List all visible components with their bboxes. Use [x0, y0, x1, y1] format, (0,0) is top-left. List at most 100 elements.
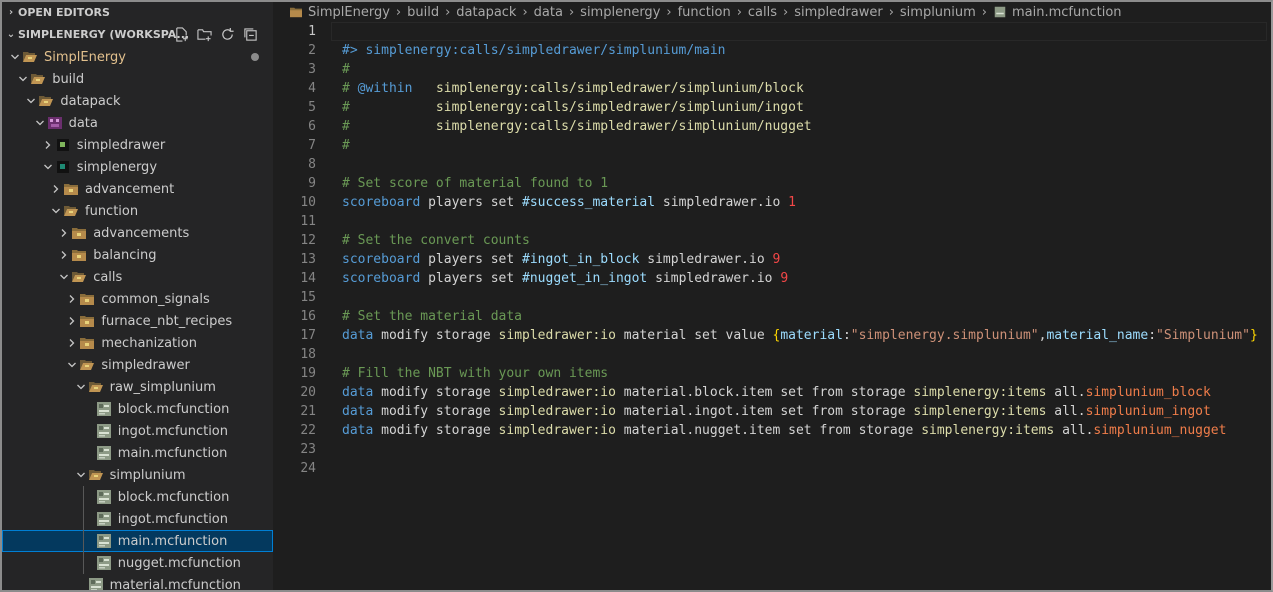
code-line[interactable]: 19 # Fill the NBT with your own items [273, 364, 1269, 383]
tree-folder-item[interactable]: calls [2, 266, 273, 288]
new-file-icon[interactable] [173, 26, 190, 42]
chevron-down-icon[interactable] [74, 380, 88, 394]
code-line[interactable]: 2 #> simplenergy:calls/simpledrawer/simpl… [273, 41, 1269, 60]
code-token: simpledrawer.io [639, 252, 773, 267]
tree-folder-item[interactable]: SimplEnergy [2, 46, 273, 68]
chevron-down-icon[interactable] [49, 204, 63, 218]
chevron-down-icon[interactable] [33, 116, 47, 130]
line-number: 16 [300, 309, 316, 324]
code-line[interactable]: 1 [273, 22, 1269, 41]
code-line[interactable]: 16 # Set the material data [273, 307, 1269, 326]
chevron-down-icon[interactable] [41, 160, 55, 174]
chevron-right-icon[interactable] [65, 314, 79, 328]
breadcrumb-item[interactable]: data [534, 5, 563, 20]
code-token: players set [420, 195, 523, 210]
chevron-down-icon[interactable] [65, 358, 79, 372]
code-line[interactable]: 21 data modify storage simpledrawer:io ma… [273, 402, 1269, 421]
chevron-right-icon[interactable] [65, 336, 79, 350]
code-line[interactable]: 17 data modify storage simpledrawer:io ma… [273, 326, 1269, 345]
code-line[interactable]: 20 data modify storage simpledrawer:io ma… [273, 383, 1269, 402]
tree-folder-item[interactable]: simpledrawer [2, 354, 273, 376]
tree-folder-item[interactable]: common_signals [2, 288, 273, 310]
code-line[interactable]: 8 [273, 155, 1269, 174]
chevron-down-icon[interactable] [24, 94, 38, 108]
code-line[interactable]: 15 [273, 288, 1269, 307]
tree-file-item[interactable]: ingot.mcfunction [2, 508, 273, 530]
breadcrumb-item[interactable]: calls [748, 5, 777, 20]
code-line[interactable]: 4 # @within simplenergy:calls/simpledrawe… [273, 79, 1269, 98]
open-editors-header[interactable]: › OPEN EDITORS [2, 2, 273, 22]
chevron-right-icon[interactable] [57, 248, 71, 262]
tree-file-item[interactable]: main.mcfunction [2, 442, 273, 464]
code-line[interactable]: 5 # simplenergy:calls/simpledrawer/simplu… [273, 98, 1269, 117]
code-line[interactable]: 13 scoreboard players set #ingot_in_block… [273, 250, 1269, 269]
tree-file-item[interactable]: ingot.mcfunction [2, 420, 273, 442]
code-token: modify storage [373, 328, 499, 343]
collapse-all-icon[interactable] [242, 26, 259, 42]
code-line[interactable]: 14 scoreboard players set #nugget_in_ingo… [273, 269, 1269, 288]
tree-file-item[interactable]: nugget.mcfunction [2, 552, 273, 574]
tree-folder-item[interactable]: raw_simplunium [2, 376, 273, 398]
breadcrumb-item[interactable]: simpledrawer [794, 5, 882, 20]
code-token: simplunium_nugget [1093, 423, 1227, 438]
chevron-down-icon[interactable] [57, 270, 71, 284]
tree-file-item[interactable]: block.mcfunction [2, 398, 273, 420]
chevron-right-icon[interactable] [49, 182, 63, 196]
code-line[interactable]: 9 # Set score of material found to 1 [273, 174, 1269, 193]
chevron-down-icon[interactable] [8, 50, 22, 64]
breadcrumb-item[interactable]: simplenergy [580, 5, 660, 20]
tree-folder-item[interactable]: simplenergy [2, 156, 273, 178]
code-line[interactable]: 7 # [273, 136, 1269, 155]
tree-folder-item[interactable]: simpledrawer [2, 134, 273, 156]
tree-folder-item[interactable]: mechanization [2, 332, 273, 354]
tree-item-label: ingot.mcfunction [117, 423, 228, 439]
folder-icon [79, 335, 95, 351]
tree-file-item[interactable]: main.mcfunction [2, 530, 273, 552]
mcfunction-file-icon [96, 489, 112, 505]
chevron-right-icon[interactable] [41, 138, 55, 152]
chevron-right-icon[interactable] [65, 292, 79, 306]
code-line[interactable]: 23 [273, 440, 1269, 459]
line-number: 15 [300, 290, 316, 305]
refresh-icon[interactable] [219, 26, 236, 42]
tree-file-item[interactable]: block.mcfunction [2, 486, 273, 508]
code-line[interactable]: 12 # Set the convert counts [273, 231, 1269, 250]
tree-folder-item[interactable]: build [2, 68, 273, 90]
tree-file-item[interactable]: material.mcfunction [2, 574, 273, 590]
tree-folder-item[interactable]: furnace_nbt_recipes [2, 310, 273, 332]
breadcrumb-item[interactable]: function [678, 5, 731, 20]
tree-item-label: raw_simplunium [109, 379, 216, 395]
code-line[interactable]: 10 scoreboard players set #success_materi… [273, 193, 1269, 212]
tree-folder-item[interactable]: datapack [2, 90, 273, 112]
tree-folder-item[interactable]: balancing [2, 244, 273, 266]
chevron-right-icon: › [981, 4, 987, 20]
breadcrumb-item[interactable]: simplunium [900, 5, 976, 20]
modified-dot-icon [251, 53, 259, 61]
tree-folder-item[interactable]: function [2, 200, 273, 222]
indent-guide [83, 486, 84, 574]
line-number: 6 [308, 119, 316, 134]
breadcrumb-item[interactable]: main.mcfunction [1012, 5, 1122, 20]
code-line[interactable]: 3 # [273, 60, 1269, 79]
chevron-down-icon[interactable] [74, 468, 88, 482]
tree-folder-item[interactable]: data [2, 112, 273, 134]
breadcrumb-item[interactable]: SimplEnergy [308, 5, 390, 20]
line-number: 23 [300, 442, 316, 457]
code-token: # [342, 138, 350, 153]
breadcrumb-item[interactable]: datapack [456, 5, 516, 20]
code-line[interactable]: 18 [273, 345, 1269, 364]
code-line[interactable]: 6 # simplenergy:calls/simpledrawer/simplu… [273, 117, 1269, 136]
namespace-folder-icon [55, 159, 71, 175]
workspace-header[interactable]: ⌄ SIMPLENERGY (WORKSPA... [2, 24, 273, 44]
code-line[interactable]: 24 [273, 459, 1269, 478]
tree-folder-item[interactable]: advancement [2, 178, 273, 200]
code-line[interactable]: 22 data modify storage simpledrawer:io ma… [273, 421, 1269, 440]
line-number: 14 [300, 271, 316, 286]
breadcrumb-item[interactable]: build [407, 5, 439, 20]
chevron-right-icon[interactable] [57, 226, 71, 240]
tree-folder-item[interactable]: simplunium [2, 464, 273, 486]
code-line[interactable]: 11 [273, 212, 1269, 231]
new-folder-icon[interactable] [196, 26, 213, 42]
tree-folder-item[interactable]: advancements [2, 222, 273, 244]
chevron-down-icon[interactable] [16, 72, 30, 86]
